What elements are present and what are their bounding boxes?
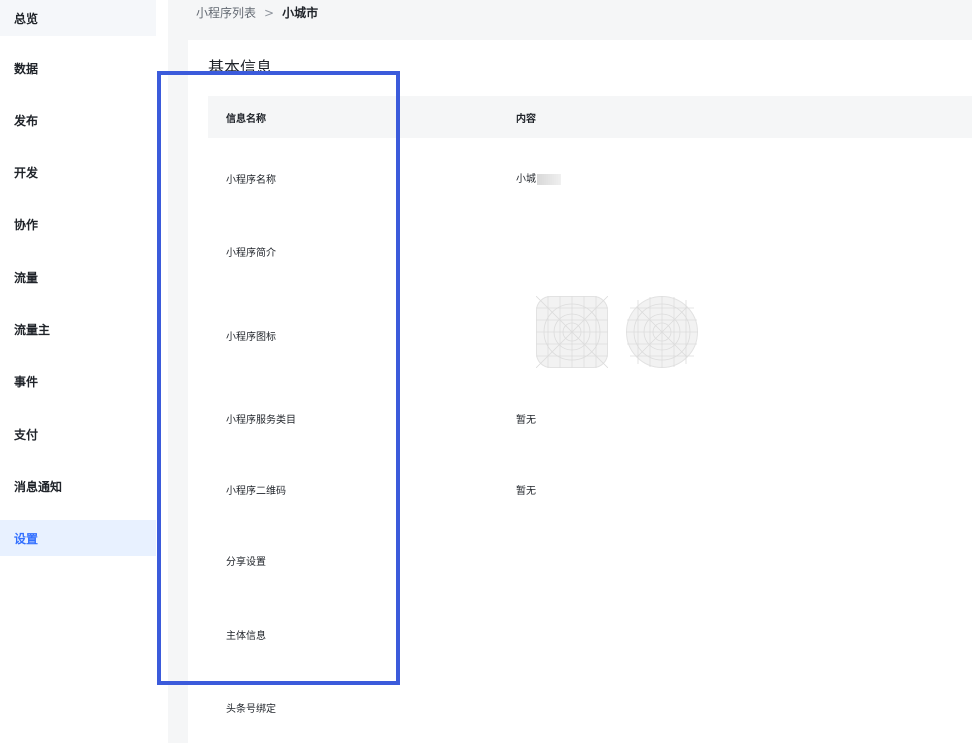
sidebar-item-overview[interactable]: 总览 (0, 0, 156, 36)
app-icon-round-placeholder-icon (626, 296, 698, 368)
app-icon-square-placeholder-icon (536, 296, 608, 368)
sidebar-item-develop[interactable]: 开发 (0, 154, 156, 190)
sidebar-item-label: 消息通知 (14, 479, 63, 494)
sidebar-item-collaborate[interactable]: 协作 (0, 206, 156, 242)
sidebar-item-label: 流量 (14, 270, 39, 285)
sidebar-item-label: 设置 (14, 531, 39, 546)
breadcrumb-separator: > (264, 5, 275, 20)
row-label: 小程序服务类目 (226, 415, 296, 426)
breadcrumb: 小程序列表 > 小城市 (196, 4, 318, 21)
row-label: 分享设置 (226, 557, 266, 568)
row-label: 头条号绑定 (226, 704, 276, 715)
redacted-mask (537, 173, 561, 185)
column-header-content: 内容 (516, 114, 536, 125)
app-root: 总览 数据 发布 开发 协作 流量 流量主 事件 支付 消息通知 设置 小程序列… (0, 0, 972, 743)
main-content: 小程序列表 > 小城市 基本信息 信息名称 内容 小程序名称 小城 小程序简介 … (168, 0, 972, 743)
sidebar-item-data[interactable]: 数据 (0, 50, 156, 86)
row-label: 主体信息 (226, 631, 266, 642)
panel-title: 基本信息 (208, 58, 273, 77)
app-icon-group (536, 296, 698, 368)
sidebar-item-label: 流量主 (14, 322, 51, 337)
sidebar-gutter (158, 0, 168, 743)
row-value: 暂无 (516, 415, 536, 426)
sidebar-item-label: 开发 (14, 165, 39, 180)
row-value: 暂无 (516, 486, 536, 497)
sidebar-item-notifications[interactable]: 消息通知 (0, 468, 156, 504)
row-label: 小程序二维码 (226, 486, 286, 497)
row-value: 小城 (516, 170, 561, 185)
sidebar-item-traffic-owner[interactable]: 流量主 (0, 311, 156, 347)
sidebar-item-payment[interactable]: 支付 (0, 416, 156, 452)
breadcrumb-current: 小城市 (282, 6, 319, 20)
sidebar-item-label: 发布 (14, 113, 39, 128)
sidebar-item-label: 事件 (14, 374, 39, 389)
column-header-name: 信息名称 (226, 114, 266, 125)
row-label: 小程序图标 (226, 332, 276, 343)
row-label: 小程序名称 (226, 175, 276, 186)
sidebar-item-label: 支付 (14, 427, 39, 442)
sidebar-item-publish[interactable]: 发布 (0, 102, 156, 138)
sidebar: 总览 数据 发布 开发 协作 流量 流量主 事件 支付 消息通知 设置 (0, 0, 158, 743)
row-label: 小程序简介 (226, 248, 276, 259)
sidebar-item-label: 数据 (14, 61, 39, 76)
table-header: 信息名称 内容 (208, 96, 972, 138)
app-name-value: 小城 (516, 174, 536, 185)
sidebar-item-label: 协作 (14, 217, 39, 232)
sidebar-item-settings[interactable]: 设置 (0, 520, 156, 556)
breadcrumb-parent-link[interactable]: 小程序列表 (196, 4, 256, 21)
sidebar-item-traffic[interactable]: 流量 (0, 259, 156, 295)
sidebar-item-events[interactable]: 事件 (0, 363, 156, 399)
sidebar-item-label: 总览 (14, 11, 39, 26)
basic-info-panel: 基本信息 信息名称 内容 小程序名称 小城 小程序简介 小程序图标 小程序服务类… (188, 40, 972, 743)
